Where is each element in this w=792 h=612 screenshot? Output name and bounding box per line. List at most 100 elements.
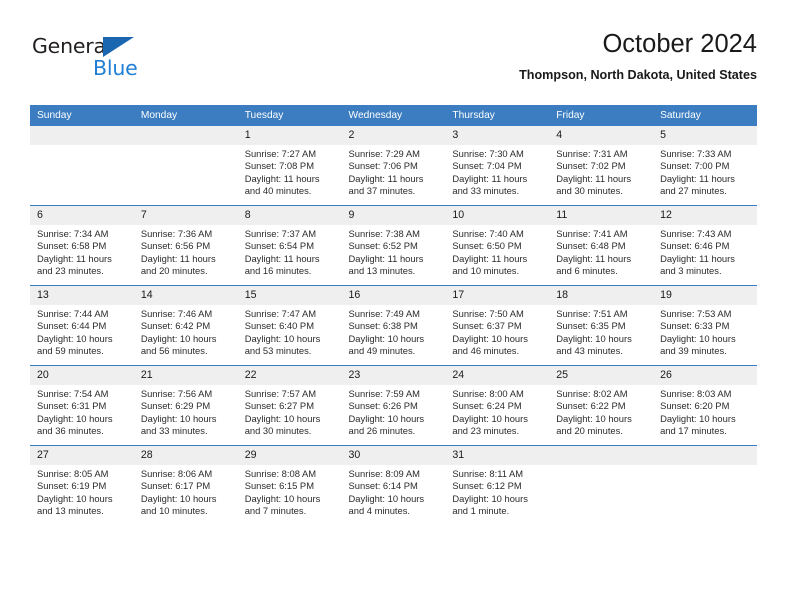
calendar-day-cell[interactable]: 31 Sunrise: 8:11 AM Sunset: 6:12 PM Dayligh… — [445, 445, 550, 525]
sunset-text: Sunset: 6:44 PM — [37, 320, 107, 332]
calendar-day-cell[interactable]: 3 Sunrise: 7:30 AM Sunset: 7:04 PM Daylight… — [445, 126, 550, 206]
day-number: 25 — [549, 366, 654, 385]
calendar-day-cell[interactable]: 30 Sunrise: 8:09 AM Sunset: 6:14 PM Dayligh… — [341, 445, 446, 525]
sunrise-text: Sunrise: 8:02 AM — [556, 388, 628, 399]
calendar-day-cell[interactable]: 15 Sunrise: 7:47 AM Sunset: 6:40 PM Dayligh… — [237, 285, 342, 366]
daylight-text-line2: and 20 minutes. — [140, 265, 208, 277]
day-details: Sunrise: 7:54 AM Sunset: 6:31 PM Daylight:… — [30, 385, 134, 437]
calendar-day-cell[interactable]: 24 Sunrise: 8:00 AM Sunset: 6:24 PM Dayligh… — [445, 365, 550, 446]
daylight-text-line1: Daylight: 11 hours — [244, 252, 320, 264]
calendar-day-cell[interactable]: 26 Sunrise: 8:03 AM Sunset: 6:20 PM Dayligh… — [653, 365, 757, 446]
daylight-text-line1: Daylight: 11 hours — [556, 172, 632, 184]
daylight-text-line1: Daylight: 11 hours — [140, 252, 216, 264]
day-details: Sunrise: 7:38 AM Sunset: 6:52 PM Daylight:… — [342, 225, 446, 277]
day-details: Sunrise: 7:49 AM Sunset: 6:38 PM Daylight:… — [342, 305, 446, 357]
sunrise-text: Sunrise: 8:00 AM — [452, 388, 524, 399]
logo-text-general: General — [32, 34, 112, 58]
general-blue-logo[interactable]: General Blue — [32, 34, 162, 82]
calendar-day-cell[interactable]: 20 Sunrise: 7:54 AM Sunset: 6:31 PM Dayligh… — [30, 365, 134, 446]
day-details: Sunrise: 7:37 AM Sunset: 6:54 PM Daylight:… — [238, 225, 342, 277]
day-details: Sunrise: 7:33 AM Sunset: 7:00 PM Daylight:… — [653, 145, 757, 197]
daylight-text-line1: Daylight: 10 hours — [37, 492, 113, 504]
sunrise-sunset-calendar: Sunday Monday Tuesday Wednesday Thursday… — [30, 105, 757, 525]
calendar-day-cell[interactable]: 5 Sunrise: 7:33 AM Sunset: 7:00 PM Daylight… — [653, 126, 757, 206]
calendar-day-cell[interactable]: 6 Sunrise: 7:34 AM Sunset: 6:58 PM Daylight… — [30, 205, 134, 286]
sunset-text: Sunset: 6:29 PM — [140, 400, 211, 412]
daylight-text-line2: and 59 minutes. — [37, 345, 104, 357]
title-block: October 2024 Thompson, North Dakota, Uni… — [519, 28, 757, 84]
calendar-day-cell[interactable]: 9 Sunrise: 7:38 AM Sunset: 6:52 PM Daylight… — [341, 205, 446, 286]
day-number: 26 — [653, 366, 757, 385]
day-number: 10 — [445, 206, 550, 225]
day-number — [549, 446, 654, 465]
sunset-text: Sunset: 7:02 PM — [556, 160, 626, 172]
calendar-day-cell[interactable]: 18 Sunrise: 7:51 AM Sunset: 6:35 PM Dayligh… — [549, 285, 654, 366]
day-details: Sunrise: 7:53 AM Sunset: 6:33 PM Daylight:… — [653, 305, 757, 357]
calendar-day-cell[interactable]: 14 Sunrise: 7:46 AM Sunset: 6:42 PM Dayligh… — [133, 285, 238, 366]
sunrise-text: Sunrise: 7:51 AM — [556, 308, 628, 319]
day-number: 12 — [653, 206, 757, 225]
calendar-week-row: 27 Sunrise: 8:05 AM Sunset: 6:19 PM Dayligh… — [30, 445, 757, 525]
calendar-body: 1 Sunrise: 7:27 AM Sunset: 7:08 PM Daylight… — [30, 126, 757, 525]
day-number: 28 — [133, 446, 238, 465]
sunset-text: Sunset: 6:15 PM — [244, 480, 314, 492]
calendar-day-cell[interactable]: 13 Sunrise: 7:44 AM Sunset: 6:44 PM Dayligh… — [30, 285, 134, 366]
day-number: 29 — [237, 446, 342, 465]
day-details: Sunrise: 7:31 AM Sunset: 7:02 PM Daylight:… — [549, 145, 653, 197]
sunrise-text: Sunrise: 7:27 AM — [244, 148, 317, 159]
daylight-text-line1: Daylight: 11 hours — [37, 252, 112, 264]
calendar-day-cell[interactable]: 8 Sunrise: 7:37 AM Sunset: 6:54 PM Daylight… — [237, 205, 342, 286]
calendar-day-cell[interactable]: 27 Sunrise: 8:05 AM Sunset: 6:19 PM Dayligh… — [30, 445, 134, 525]
day-details: Sunrise: 8:09 AM Sunset: 6:14 PM Daylight:… — [342, 465, 446, 517]
day-number: 24 — [445, 366, 550, 385]
day-number: 8 — [237, 206, 342, 225]
calendar-day-cell[interactable]: 29 Sunrise: 8:08 AM Sunset: 6:15 PM Dayligh… — [237, 445, 342, 525]
day-number: 11 — [549, 206, 654, 225]
sunset-text: Sunset: 6:33 PM — [660, 320, 730, 332]
calendar-day-cell[interactable]: 2 Sunrise: 7:29 AM Sunset: 7:06 PM Daylight… — [341, 126, 446, 206]
sunrise-text: Sunrise: 7:54 AM — [37, 388, 109, 399]
daylight-text-line2: and 49 minutes. — [348, 345, 416, 357]
sunrise-text: Sunrise: 7:37 AM — [244, 228, 317, 239]
daylight-text-line1: Daylight: 10 hours — [452, 412, 528, 424]
calendar-day-cell[interactable]: 10 Sunrise: 7:40 AM Sunset: 6:50 PM Dayligh… — [445, 205, 550, 286]
sunset-text: Sunset: 6:24 PM — [452, 400, 522, 412]
sunset-text: Sunset: 6:26 PM — [348, 400, 418, 412]
day-number: 21 — [133, 366, 238, 385]
calendar-day-cell[interactable]: 12 Sunrise: 7:43 AM Sunset: 6:46 PM Dayligh… — [653, 205, 757, 286]
calendar-day-cell[interactable]: 19 Sunrise: 7:53 AM Sunset: 6:33 PM Dayligh… — [653, 285, 757, 366]
daylight-text-line1: Daylight: 10 hours — [556, 412, 632, 424]
daylight-text-line1: Daylight: 10 hours — [37, 332, 113, 344]
sunset-text: Sunset: 7:00 PM — [660, 160, 730, 172]
daylight-text-line2: and 3 minutes. — [660, 265, 722, 277]
calendar-day-cell[interactable]: 28 Sunrise: 8:06 AM Sunset: 6:17 PM Dayligh… — [133, 445, 238, 525]
daylight-text-line2: and 39 minutes. — [660, 345, 727, 357]
daylight-text-line1: Daylight: 10 hours — [452, 492, 528, 504]
calendar-day-cell[interactable]: 22 Sunrise: 7:57 AM Sunset: 6:27 PM Dayligh… — [237, 365, 342, 446]
day-number: 16 — [341, 286, 446, 305]
daylight-text-line2: and 13 minutes. — [37, 505, 104, 517]
calendar-day-cell[interactable]: 16 Sunrise: 7:49 AM Sunset: 6:38 PM Dayligh… — [341, 285, 446, 366]
daylight-text-line1: Daylight: 10 hours — [244, 332, 321, 344]
day-number: 17 — [445, 286, 550, 305]
calendar-day-cell[interactable]: 21 Sunrise: 7:56 AM Sunset: 6:29 PM Dayligh… — [133, 365, 238, 446]
day-number: 23 — [341, 366, 446, 385]
sunrise-text: Sunrise: 7:56 AM — [140, 388, 213, 399]
calendar-day-cell[interactable]: 4 Sunrise: 7:31 AM Sunset: 7:02 PM Daylight… — [549, 126, 654, 206]
daylight-text-line1: Daylight: 10 hours — [140, 412, 217, 424]
weekday-header-saturday: Saturday — [653, 105, 757, 126]
day-details: Sunrise: 7:30 AM Sunset: 7:04 PM Daylight:… — [445, 145, 549, 197]
daylight-text-line2: and 13 minutes. — [348, 265, 416, 277]
calendar-day-cell[interactable]: 23 Sunrise: 7:59 AM Sunset: 6:26 PM Dayligh… — [341, 365, 446, 446]
calendar-day-cell[interactable]: 7 Sunrise: 7:36 AM Sunset: 6:56 PM Daylight… — [133, 205, 238, 286]
daylight-text-line2: and 30 minutes. — [244, 425, 312, 437]
calendar-day-cell[interactable]: 1 Sunrise: 7:27 AM Sunset: 7:08 PM Daylight… — [237, 126, 342, 206]
sunset-text: Sunset: 6:37 PM — [452, 320, 522, 332]
sunset-text: Sunset: 6:20 PM — [660, 400, 730, 412]
calendar-day-cell-empty — [653, 445, 757, 525]
day-number: 15 — [237, 286, 342, 305]
calendar-day-cell[interactable]: 11 Sunrise: 7:41 AM Sunset: 6:48 PM Dayligh… — [549, 205, 654, 286]
calendar-day-cell[interactable]: 17 Sunrise: 7:50 AM Sunset: 6:37 PM Dayligh… — [445, 285, 550, 366]
calendar-day-cell[interactable]: 25 Sunrise: 8:02 AM Sunset: 6:22 PM Dayligh… — [549, 365, 654, 446]
calendar-day-cell-empty — [133, 126, 238, 206]
